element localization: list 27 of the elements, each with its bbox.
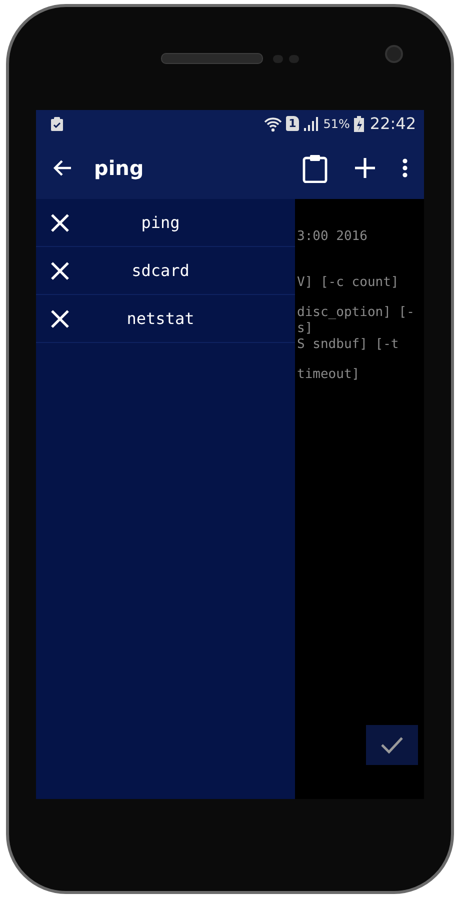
terminal-line: V] [-c count] bbox=[297, 275, 400, 291]
terminal-line: 3:00 2016 bbox=[297, 229, 368, 245]
signal-icon bbox=[303, 116, 320, 132]
terminal-line: s] bbox=[297, 321, 314, 337]
clipboard-icon bbox=[302, 153, 328, 183]
terminal-line: timeout] bbox=[297, 367, 361, 383]
close-icon[interactable] bbox=[50, 260, 70, 280]
close-icon[interactable] bbox=[50, 308, 70, 328]
checkmark-icon bbox=[380, 736, 404, 754]
plus-icon bbox=[354, 157, 376, 179]
sim-indicator: 1 bbox=[286, 116, 300, 131]
terminal-line: disc_option] [- bbox=[297, 305, 416, 321]
clock: 22:42 bbox=[370, 114, 416, 133]
session-item[interactable]: sdcard bbox=[36, 247, 295, 295]
battery-percent: 51% bbox=[323, 116, 350, 130]
session-item[interactable]: netstat bbox=[36, 295, 295, 343]
wifi-icon bbox=[264, 116, 282, 132]
clipboard-check-icon bbox=[50, 116, 64, 130]
session-item[interactable]: ping bbox=[36, 199, 295, 247]
terminal-line: S sndbuf] [-t bbox=[297, 337, 400, 353]
more-vertical-icon bbox=[402, 158, 408, 178]
close-icon[interactable] bbox=[50, 212, 70, 232]
back-arrow-icon[interactable] bbox=[52, 159, 72, 177]
confirm-button[interactable] bbox=[366, 725, 418, 765]
camera-lens bbox=[385, 45, 403, 63]
toolbar-title: ping bbox=[94, 156, 145, 180]
battery-charging-icon bbox=[354, 116, 364, 132]
